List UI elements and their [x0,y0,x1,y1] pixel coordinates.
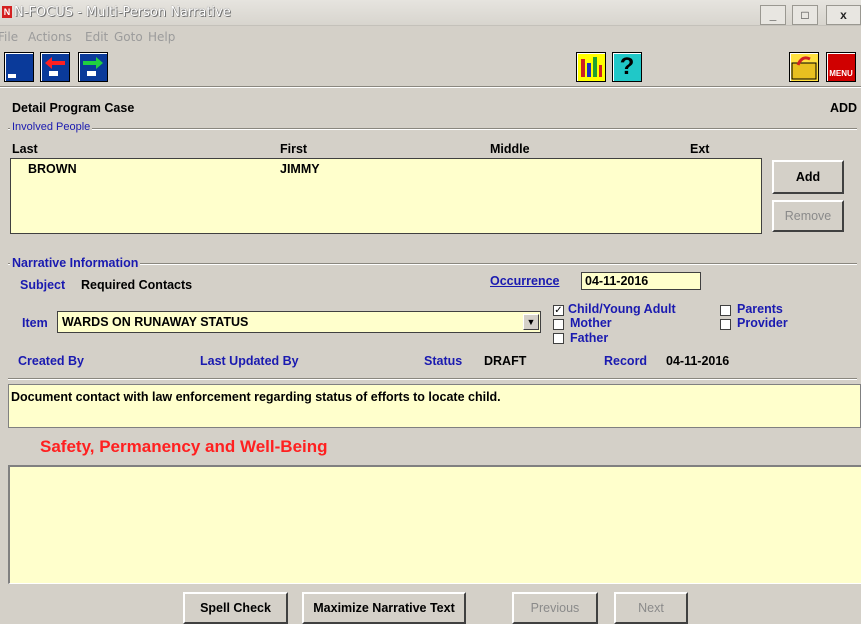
subject-label: Subject [20,278,66,292]
menu-file[interactable]: File [0,30,18,44]
help-icon[interactable]: ? [612,52,642,82]
status-label: Status [424,354,463,368]
narrative-text-area[interactable] [8,465,861,584]
return-folder-icon[interactable] [789,52,819,82]
created-by-label: Created By [18,354,84,368]
instruction-box: Document contact with law enforcement re… [8,384,861,428]
remove-button[interactable]: Remove [772,200,844,232]
cell-first: JIMMY [280,162,320,176]
item-select-value: WARDS ON RUNAWAY STATUS [62,315,249,329]
column-header-last: Last [12,142,38,156]
involved-people-group-label: Involved People [10,121,93,133]
menu-goto[interactable]: Goto [114,30,143,44]
checkbox-parents[interactable] [720,305,731,316]
window-title: N-FOCUS - Multi-Person Narrative [14,5,231,20]
column-header-ext: Ext [690,142,710,156]
item-label: Item [22,316,48,330]
next-button[interactable]: Next [614,592,688,624]
maximize-narrative-button[interactable]: Maximize Narrative Text [302,592,466,624]
checkbox-label-provider: Provider [737,316,788,330]
minimize-button[interactable]: _ [760,5,786,25]
occurrence-label[interactable]: Occurrence [490,274,559,288]
subject-value: Required Contacts [81,278,193,292]
menu-edit[interactable]: Edit [85,30,108,44]
menu-icon[interactable]: MENU [826,52,856,82]
meta-divider [8,378,857,379]
app-icon: N [2,6,12,18]
occurrence-field[interactable]: 04-11-2016 [581,272,701,290]
close-button[interactable]: x [826,5,861,25]
forward-arrow-icon[interactable] [78,52,108,82]
add-button[interactable]: Add [772,160,844,194]
mode-indicator: ADD [830,101,858,115]
checkbox-father[interactable] [553,333,564,344]
checkbox-label-mother: Mother [570,316,612,330]
checkbox-child-young-adult[interactable]: ✓ [553,305,564,316]
checkbox-mother[interactable] [553,319,564,330]
chart-icon[interactable] [576,52,606,82]
column-header-middle: Middle [490,142,530,156]
column-header-first: First [280,142,308,156]
item-select[interactable]: WARDS ON RUNAWAY STATUS ▼ [57,311,541,333]
table-row[interactable]: BROWN JIMMY [14,160,758,178]
last-updated-label: Last Updated By [200,354,299,368]
section-heading: Safety, Permanency and Well-Being [40,437,328,456]
new-window-icon[interactable] [4,52,34,82]
chevron-down-icon[interactable]: ▼ [523,314,539,330]
checkbox-label-child-young-adult: Child/Young Adult [568,302,676,316]
toolbar-separator [0,86,861,88]
instruction-text: Document contact with law enforcement re… [11,390,501,404]
previous-button[interactable]: Previous [512,592,598,624]
involved-people-divider [8,128,857,129]
menu-help[interactable]: Help [148,30,175,44]
checkbox-label-parents: Parents [737,302,783,316]
back-arrow-icon[interactable] [40,52,70,82]
narrative-group-label: Narrative Information [10,256,141,270]
checkbox-provider[interactable] [720,319,731,330]
page-title: Detail Program Case [12,101,135,115]
spell-check-button[interactable]: Spell Check [183,592,288,624]
menu-actions[interactable]: Actions [28,30,72,44]
status-value: DRAFT [484,354,527,368]
record-label: Record [604,354,648,368]
checkbox-label-father: Father [570,331,609,345]
cell-last: BROWN [28,162,77,176]
record-value: 04-11-2016 [666,354,730,368]
maximize-button[interactable]: □ [792,5,818,25]
